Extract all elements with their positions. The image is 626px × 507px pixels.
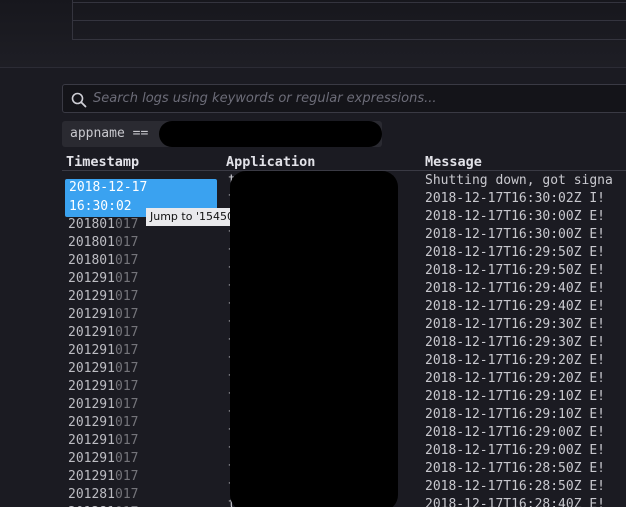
message-cell[interactable]: 2018-12-17T16:28:50Z E! [425,478,626,496]
timestamp-text-overlap: 017 [115,451,139,466]
timestamp-cell[interactable]: 201291 017 [68,378,218,396]
timestamp-text-overlap: 017 [115,307,139,322]
timestamp-text: 201291 [68,361,115,376]
column-header-message[interactable]: Message [425,154,482,170]
timestamp-cell[interactable]: 201801 017 [68,234,218,252]
message-cell[interactable]: 2018-12-17T16:29:30Z E! [425,316,626,334]
timestamp-text-overlap: 017 [115,433,139,448]
timestamp-cell[interactable]: 201291 017 [68,270,218,288]
timestamp-rows: 201801 017 201801 017 201801 017 201291 017 2012… [68,216,218,507]
timestamp-cell[interactable]: 201291 017 [68,396,218,414]
timestamp-cell[interactable]: 201291 017 [68,360,218,378]
timestamp-cell[interactable]: 201801 017 [68,252,218,270]
timestamp-text: 201291 [68,289,115,304]
timestamp-text-overlap: 017 [115,217,139,232]
timestamp-cell[interactable]: 201291 017 [68,306,218,324]
timestamp-text: 201281 [68,487,115,502]
timestamp-cell[interactable]: 201291 017 [68,468,218,486]
message-cell[interactable]: Shutting down, got signa [425,172,626,190]
timestamp-text-overlap: 017 [115,397,139,412]
filter-label: appname == [70,126,149,141]
message-cell[interactable]: 2018-12-17T16:28:50Z E! [425,460,626,478]
timestamp-text-overlap: 017 [115,235,139,250]
message-cell[interactable]: 2018-12-17T16:30:00Z E! [425,226,626,244]
selected-date: 2018-12-17 [69,180,148,195]
redacted-filter-value [159,121,382,147]
message-cell[interactable]: 2018-12-17T16:29:30Z E! [425,334,626,352]
timestamp-text: 201291 [68,469,115,484]
message-cell[interactable]: 2018-12-17T16:29:40Z E! [425,298,626,316]
timestamp-text: 201291 [68,415,115,430]
message-cell[interactable]: 2018-12-17T16:29:50Z E! [425,244,626,262]
timestamp-cell[interactable]: 201291 017 [68,342,218,360]
timestamp-text-overlap: 017 [115,271,139,286]
message-cell[interactable]: 2018-12-17T16:29:10Z E! [425,406,626,424]
filter-chip[interactable]: appname == [62,121,382,147]
histogram-gridline [72,2,626,3]
histogram-gridline [72,20,626,21]
message-cell[interactable]: 2018-12-17T16:29:00Z E! [425,442,626,460]
message-cell[interactable]: 2018-12-17T16:29:50Z E! [425,262,626,280]
timestamp-cell[interactable]: 201291 017 [68,324,218,342]
message-cell[interactable]: 2018-12-17T16:29:00Z E! [425,424,626,442]
message-column: Shutting down, got signa 2018-12-17T16:30… [425,172,626,507]
timestamp-text: 201291 [68,307,115,322]
timestamp-text-overlap: 017 [115,325,139,340]
histogram-panel [0,0,626,68]
histogram-gridline [72,39,626,40]
timestamp-text-overlap: 017 [115,379,139,394]
timestamp-text-overlap: 017 [115,343,139,358]
log-search-box[interactable] [62,84,626,113]
timestamp-text: 201801 [68,253,115,268]
timestamp-cell[interactable]: 201281017 [68,486,218,504]
timestamp-text: 201291 [68,325,115,340]
timestamp-text: 201291 [68,397,115,412]
column-header-timestamp[interactable]: Timestamp [66,154,139,170]
timestamp-text-overlap: 017 [115,253,139,268]
timestamp-text: 201801 [68,217,115,232]
message-cell[interactable]: 2018-12-17T16:29:20Z E! [425,352,626,370]
message-cell[interactable]: 2018-12-17T16:30:00Z E! [425,208,626,226]
timestamp-text: 201291 [68,379,115,394]
timestamp-text-overlap: 017 [115,289,139,304]
timestamp-cell[interactable]: 201291 017 [68,450,218,468]
message-cell[interactable]: 2018-12-17T16:30:02Z I! [425,190,626,208]
search-icon [71,92,87,108]
message-cell[interactable]: 2018-12-17T16:28:40Z E! [425,496,626,507]
message-cell[interactable]: 2018-12-17T16:29:10Z E! [425,388,626,406]
timestamp-text-overlap: 017 [115,415,139,430]
timestamp-text-overlap: 017 [115,469,139,484]
selected-time: 16:30:02 [69,199,132,214]
message-rows: Shutting down, got signa 2018-12-17T16:30… [425,172,626,507]
timestamp-text: 201291 [68,343,115,358]
timestamp-text: 201291 [68,433,115,448]
timestamp-cell[interactable]: 201291 017 [68,414,218,432]
message-cell[interactable]: 2018-12-17T16:29:20Z E! [425,370,626,388]
timestamp-cell[interactable]: 201291 017 [68,288,218,306]
redacted-application-values [230,171,398,507]
message-cell[interactable]: 2018-12-17T16:29:40Z E! [425,280,626,298]
timestamp-cell[interactable]: 201291 017 [68,432,218,450]
timestamp-text: 201801 [68,235,115,250]
jump-tooltip: Jump to '15450 [146,208,230,226]
timestamp-text-overlap: 017 [115,487,139,502]
timestamp-text: 201291 [68,271,115,286]
timestamp-text-overlap: 017 [115,361,139,376]
timestamp-text: 201291 [68,451,115,466]
search-input[interactable] [93,85,626,112]
column-header-application[interactable]: Application [226,154,315,170]
